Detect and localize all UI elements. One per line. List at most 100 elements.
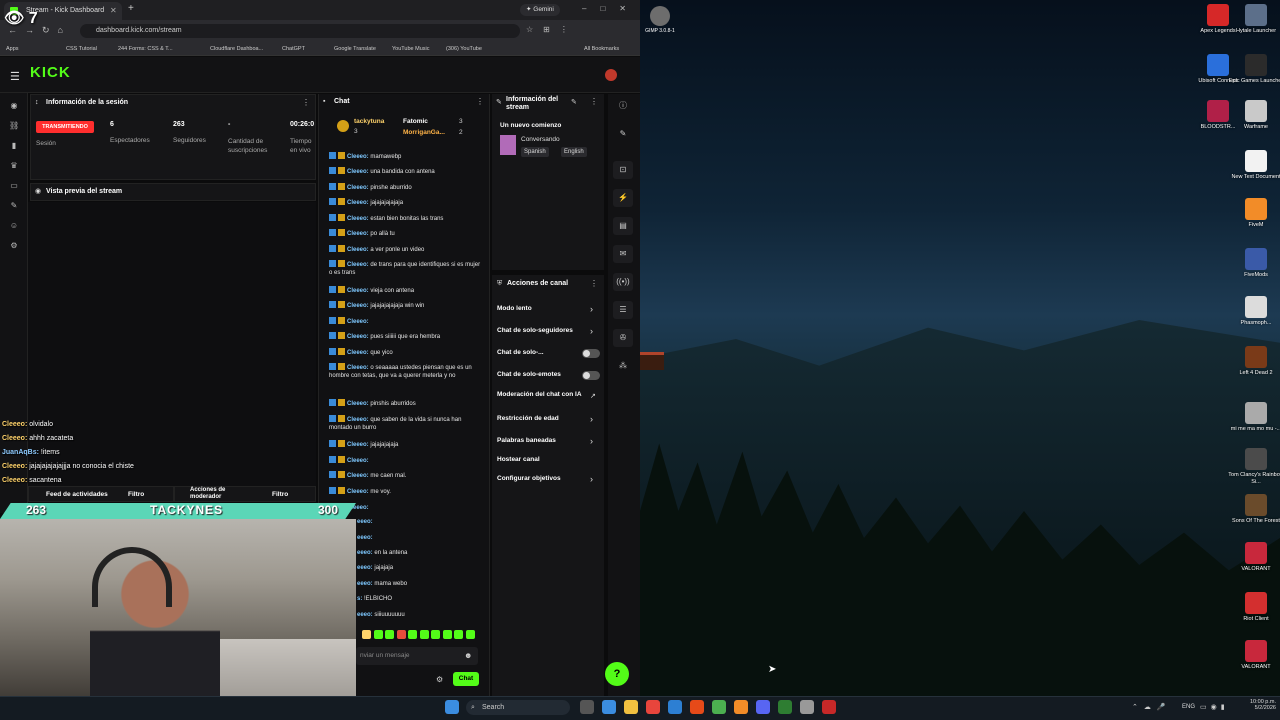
emote-icon[interactable] (385, 630, 394, 639)
clock[interactable]: 10:00 p.m. 5/2/2026 (1236, 699, 1276, 711)
desktop-icon-gimp[interactable]: GIMP 3.0.8-1 (644, 6, 676, 34)
desktop-icon[interactable]: VALORANT (1226, 640, 1280, 671)
emote-icon[interactable] (408, 630, 417, 639)
edit-icon[interactable]: ✎ (571, 98, 577, 106)
desktop-icon[interactable]: Hytale Launcher (1226, 4, 1280, 35)
desktop-icon[interactable]: Phasmoph... (1226, 296, 1280, 327)
chevron-right-icon[interactable]: › (590, 326, 593, 336)
channel-action-item[interactable]: Moderación del chat con IA (497, 391, 585, 398)
chat-username[interactable]: Cleeeo: (347, 365, 369, 371)
mod-filter[interactable]: Filtro (272, 491, 288, 498)
chrome-icon[interactable] (646, 700, 660, 714)
chat-menu-icon[interactable]: ⋮ (476, 97, 484, 106)
new-tab-icon[interactable]: + (128, 3, 134, 14)
rail-monitor-icon[interactable]: ▭ (9, 181, 19, 191)
chat-username[interactable]: Cleeeo: (347, 350, 369, 356)
task-view-icon[interactable] (580, 700, 594, 714)
support-button[interactable]: ? (605, 662, 629, 686)
discord-icon[interactable] (756, 700, 770, 714)
desktop-icon[interactable]: Riot Client (1226, 592, 1280, 623)
toolbar-icons[interactable]: ☆⊞⋮ (526, 25, 578, 34)
all-bookmarks[interactable]: All Bookmarks (584, 42, 619, 56)
chat-username[interactable]: eeeo: (357, 519, 373, 525)
desktop-icon[interactable]: Sons Of The Forest (1226, 494, 1280, 525)
stream-info-menu-icon[interactable]: ⋮ (590, 97, 598, 106)
bookmark-item[interactable]: Google Translate (334, 42, 376, 56)
chevron-right-icon[interactable]: › (590, 474, 593, 484)
bookmark-item[interactable]: CSS Tutorial (66, 42, 97, 56)
chat-username[interactable]: eeeo: (357, 581, 373, 587)
taskbar-search[interactable]: ⌕ Search (466, 700, 570, 715)
pen-icon[interactable]: ✎ (613, 125, 633, 143)
bookmark-item[interactable]: Cloudflare Dashboa... (210, 42, 263, 56)
chat-username[interactable]: eeeo: (357, 565, 373, 571)
hamburger-menu-icon[interactable]: ☰ (10, 70, 20, 83)
close-tab-icon[interactable]: ✕ (110, 2, 117, 20)
window-controls[interactable]: –□✕ (582, 4, 640, 13)
rail-link-icon[interactable]: ⛓ (9, 121, 19, 131)
channel-action-item[interactable]: Chat de solo-seguidores (497, 327, 597, 334)
rail-users-icon[interactable]: ☺ (9, 221, 19, 231)
avatar[interactable] (605, 69, 617, 81)
chat-username[interactable]: Cleeeo: (347, 262, 369, 268)
system-status-icons[interactable]: ▭◉▮ (1200, 703, 1229, 711)
widgets-icon[interactable] (602, 700, 616, 714)
bookmark-item[interactable]: ChatGPT (282, 42, 305, 56)
chat-username[interactable]: Cleeeo: (347, 247, 369, 253)
channel-action-item[interactable]: Restricción de edad (497, 415, 597, 422)
toggle-switch[interactable] (582, 349, 600, 358)
chevron-right-icon[interactable]: › (590, 304, 593, 314)
chat-username[interactable]: Cleeeo: (347, 319, 369, 325)
emote-icon[interactable] (396, 630, 406, 639)
desktop-icon[interactable]: FiveMods (1226, 248, 1280, 279)
chat-username[interactable]: eeeo: (357, 550, 373, 556)
bookmark-item[interactable]: 244 Forms: CSS & T... (118, 42, 173, 56)
wrench-icon[interactable]: ✇ (613, 329, 633, 347)
top-user-3[interactable]: MorriganGa... (403, 129, 445, 136)
chat-username[interactable]: Cleeeo: (347, 288, 369, 294)
chat-username[interactable]: Cleeeo: (347, 334, 369, 340)
chat-username[interactable]: eeeo: (357, 535, 373, 541)
chat-username[interactable]: Cleeeo: (347, 231, 369, 237)
lightning-icon[interactable]: ⚡ (613, 189, 633, 207)
chat-input[interactable]: nviar un mensaje (356, 647, 478, 665)
bookmark-item[interactable]: YouTube Music (392, 42, 430, 56)
server-icon[interactable]: ☰ (613, 301, 633, 319)
file-explorer-icon[interactable] (624, 700, 638, 714)
channel-action-item[interactable]: Hostear canal (497, 456, 597, 463)
chat-username[interactable]: s: (357, 596, 362, 602)
chat-settings-icon[interactable]: ⚙ (436, 675, 443, 684)
app-icon[interactable] (734, 700, 748, 714)
chat-username[interactable]: Cleeeo: (347, 473, 369, 479)
chat-username[interactable]: Cleeeo: (347, 185, 369, 191)
gemini-button[interactable]: ✦ Gemini (520, 4, 560, 16)
info-icon[interactable]: ⓘ (613, 97, 633, 115)
kick-logo[interactable]: KICK (30, 64, 71, 81)
emote-icon[interactable] (431, 630, 440, 639)
document-icon[interactable]: ▤ (613, 217, 633, 235)
chat-username[interactable]: Cleeeo: (347, 417, 369, 423)
chat-username[interactable]: Cleeeo: (347, 489, 369, 495)
emote-icon[interactable] (442, 630, 452, 639)
rail-trophy-icon[interactable]: ♛ (9, 161, 19, 171)
emote-icon[interactable] (454, 630, 463, 639)
vscode-icon[interactable] (668, 700, 682, 714)
chat-username[interactable]: Cleeeo: (347, 169, 369, 175)
emoji-icon[interactable]: ☻ (464, 651, 472, 660)
chevron-right-icon[interactable]: › (590, 436, 593, 446)
top-user-2[interactable]: Fatomic (403, 118, 428, 125)
desktop-icon[interactable]: FiveM (1226, 198, 1280, 229)
bookmark-item[interactable]: Apps (6, 42, 19, 56)
language-indicator[interactable]: ENG (1182, 704, 1195, 710)
tool-icon-1[interactable]: ⊡ (613, 161, 633, 179)
chat-username[interactable]: eeeo: (357, 612, 373, 618)
chat-username[interactable]: Cleeeo: (347, 303, 369, 309)
activity-filter[interactable]: Filtro (128, 491, 144, 498)
rail-stream-icon[interactable]: ◉ (9, 101, 19, 111)
desktop-icon[interactable]: VALORANT (1226, 542, 1280, 573)
chat-username[interactable]: Cleeeo: (347, 401, 369, 407)
emote-icon[interactable] (362, 630, 371, 639)
desktop-icon[interactable]: Epic Games Launcher (1226, 54, 1280, 85)
message-icon[interactable]: ✉ (613, 245, 633, 263)
emote-icon[interactable] (419, 630, 429, 639)
